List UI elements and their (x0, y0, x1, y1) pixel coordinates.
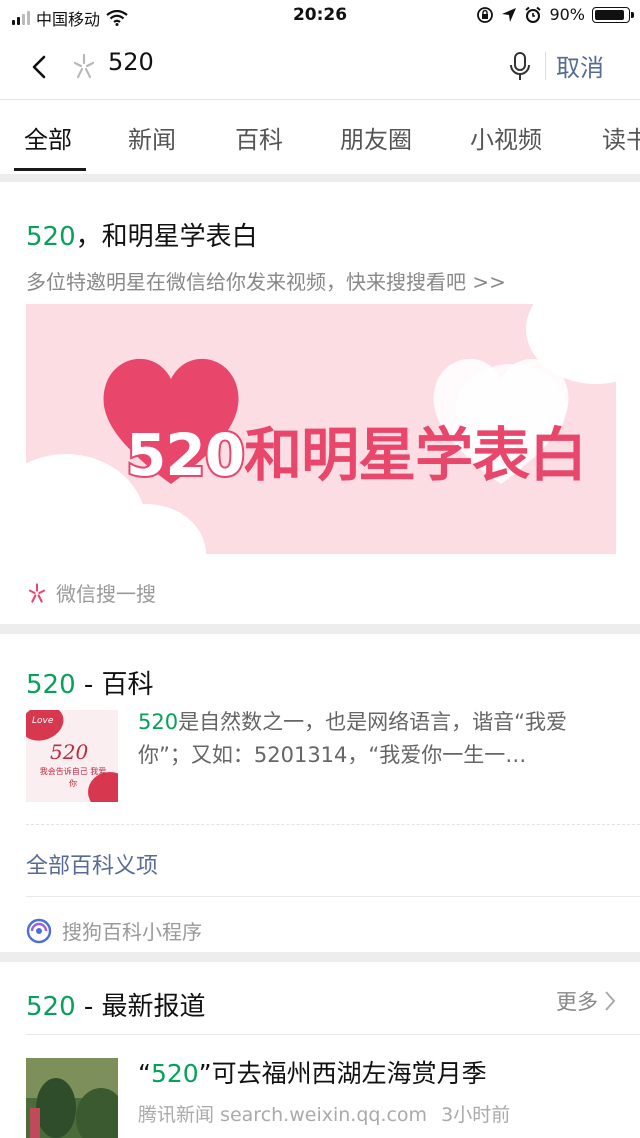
tab-all[interactable]: 全部 (24, 120, 72, 155)
rotation-lock-icon (477, 6, 494, 23)
result-tabs: 全部 新闻 百科 朋友圈 小视频 读书 (0, 100, 640, 174)
promo-source: 微信搜一搜 (26, 578, 156, 607)
cancel-button[interactable]: 取消 (556, 48, 604, 83)
banner-headline: 520和明星学表白 (124, 419, 587, 491)
tab-short-video[interactable]: 小视频 (470, 120, 542, 155)
encyclopedia-thumbnail[interactable]: Love 520 我会告诉自己 我爱你 (26, 710, 118, 802)
divider (26, 1034, 640, 1035)
tab-encyclopedia[interactable]: 百科 (235, 120, 283, 155)
battery-percent: 90% (549, 5, 585, 24)
search-bar: 520 取消 (0, 34, 640, 100)
news-item-meta: 腾讯新闻 search.weixin.qq.com 3小时前 (138, 1104, 511, 1126)
news-thumbnail[interactable] (26, 1058, 118, 1138)
search-sparkle-icon (73, 53, 95, 79)
active-tab-indicator (14, 168, 86, 171)
promo-card[interactable]: 520，和明星学表白 多位特邀明星在微信给你发来视频，快来搜搜看吧 >> 520… (0, 182, 640, 624)
search-input[interactable]: 520 (108, 48, 154, 76)
wechat-search-icon (28, 582, 46, 603)
battery-icon (592, 6, 634, 23)
tab-moments[interactable]: 朋友圈 (340, 120, 412, 155)
chevron-right-icon (605, 991, 616, 1011)
back-arrow-icon[interactable] (26, 50, 56, 84)
news-card: 520 - 最新报道 更多 “520”可去福州西湖左海赏月季 腾讯新闻 sear… (0, 962, 640, 1138)
tab-news[interactable]: 新闻 (128, 120, 176, 155)
news-item-title[interactable]: “520”可去福州西湖左海赏月季 (138, 1054, 487, 1090)
encyclopedia-card: 520 - 百科 Love 520 我会告诉自己 我爱你 520是自然数之一，也… (0, 634, 640, 952)
status-bar: 中国移动 20:26 90% (0, 0, 640, 34)
encyclopedia-description[interactable]: 520是自然数之一，也是网络语言，谐音“我爱你”；又如：5201314，“我爱你… (138, 706, 618, 772)
encyclopedia-source[interactable]: 搜狗百科小程序 (26, 916, 202, 945)
sogou-miniprogram-icon (26, 918, 52, 943)
all-entries-link[interactable]: 全部百科义项 (26, 848, 158, 880)
divider (26, 896, 640, 897)
promo-subtitle[interactable]: 多位特邀明星在微信给你发来视频，快来搜搜看吧 >> (26, 266, 506, 295)
news-section-title: 520 - 最新报道 (26, 992, 206, 1022)
promo-title[interactable]: 520，和明星学表白 (26, 216, 258, 253)
alarm-icon (525, 6, 542, 23)
divider (26, 824, 640, 825)
microphone-icon[interactable] (508, 50, 532, 82)
promo-banner[interactable]: 520和明星学表白 (26, 304, 616, 554)
divider (545, 52, 546, 80)
tab-reading[interactable]: 读书 (602, 120, 640, 155)
encyclopedia-title[interactable]: 520 - 百科 (26, 664, 154, 701)
more-button[interactable]: 更多 (556, 986, 616, 1016)
location-arrow-icon (502, 7, 517, 22)
